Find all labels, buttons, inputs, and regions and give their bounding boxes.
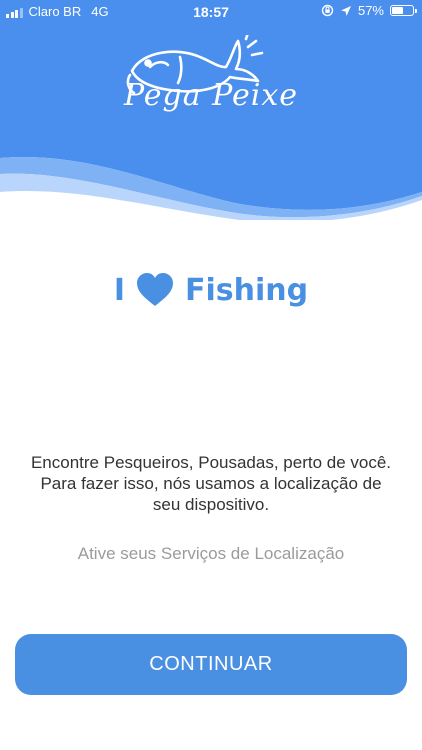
slogan-prefix: I — [113, 272, 126, 308]
heart-icon — [137, 273, 174, 306]
slogan: I Fishing — [0, 272, 422, 308]
slogan-suffix: Fishing — [185, 272, 309, 308]
header: Claro BR 4G 18:57 57% Pega Peixe — [0, 0, 422, 220]
battery-icon — [390, 5, 417, 16]
location-services-hint: Ative seus Serviços de Localização — [77, 544, 345, 563]
continue-button[interactable]: CONTINUAR — [15, 634, 407, 695]
battery-percent: 57% — [357, 3, 384, 18]
location-arrow-icon — [340, 5, 351, 16]
rotation-lock-icon — [321, 4, 334, 17]
app-name: Pega Peixe — [123, 78, 299, 113]
status-bar: Claro BR 4G 18:57 57% — [0, 0, 422, 24]
location-description: Encontre Pesqueiros, Pousadas, perto de … — [30, 453, 392, 514]
